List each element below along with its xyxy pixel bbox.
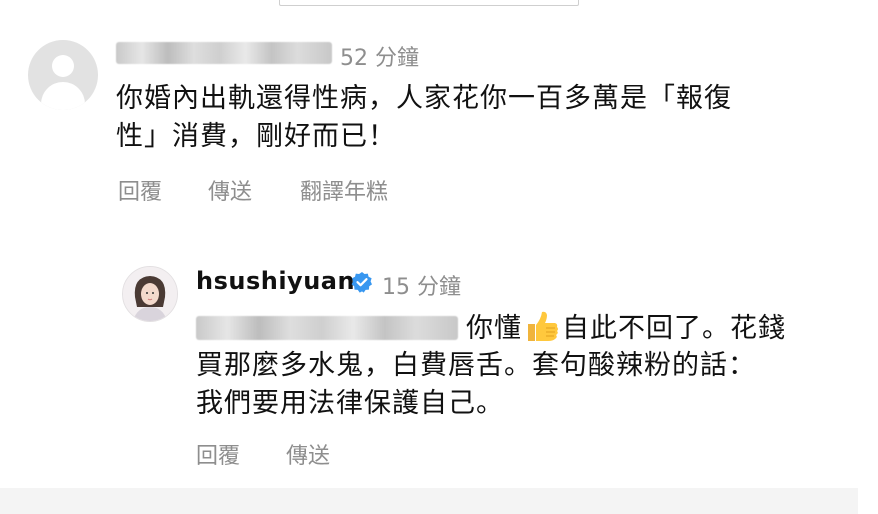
comment-text-line: 買那麼多水鬼，白費唇舌。套句酸辣粉的話： — [196, 350, 756, 381]
avatar-shoulders-shape — [41, 82, 85, 110]
reply-button[interactable]: 回覆 — [196, 438, 240, 470]
default-avatar[interactable] — [28, 40, 98, 110]
bottom-divider-strip — [0, 488, 858, 514]
see-translation-button[interactable]: 翻譯年糕 — [300, 174, 388, 206]
username-link[interactable]: hsushiyuan — [196, 267, 355, 295]
comment-timestamp: 15 分鐘 — [382, 275, 461, 300]
avatar-head-shape — [52, 55, 74, 77]
comment-text-line: 性」消費，剛好而已！ — [116, 121, 396, 152]
comment-text-segment: 你懂 — [466, 313, 522, 344]
verified-badge-icon — [351, 272, 372, 293]
top-input-box — [279, 0, 579, 6]
blurred-username[interactable] — [116, 42, 332, 64]
send-button[interactable]: 傳送 — [208, 174, 252, 206]
send-button[interactable]: 傳送 — [286, 438, 330, 470]
reply-button[interactable]: 回覆 — [118, 174, 162, 206]
comment-timestamp: 52 分鐘 — [340, 46, 419, 71]
profile-photo-icon — [123, 267, 177, 321]
comment-text-segment: 自此不回了。花錢 — [562, 313, 786, 344]
user-avatar[interactable] — [122, 266, 178, 322]
comment-text-line: 你婚內出軌還得性病，人家花你一百多萬是「報復 — [116, 83, 732, 114]
comment-text-line: 我們要用法律保護自己。 — [196, 388, 504, 419]
blurred-mention[interactable] — [196, 316, 458, 340]
